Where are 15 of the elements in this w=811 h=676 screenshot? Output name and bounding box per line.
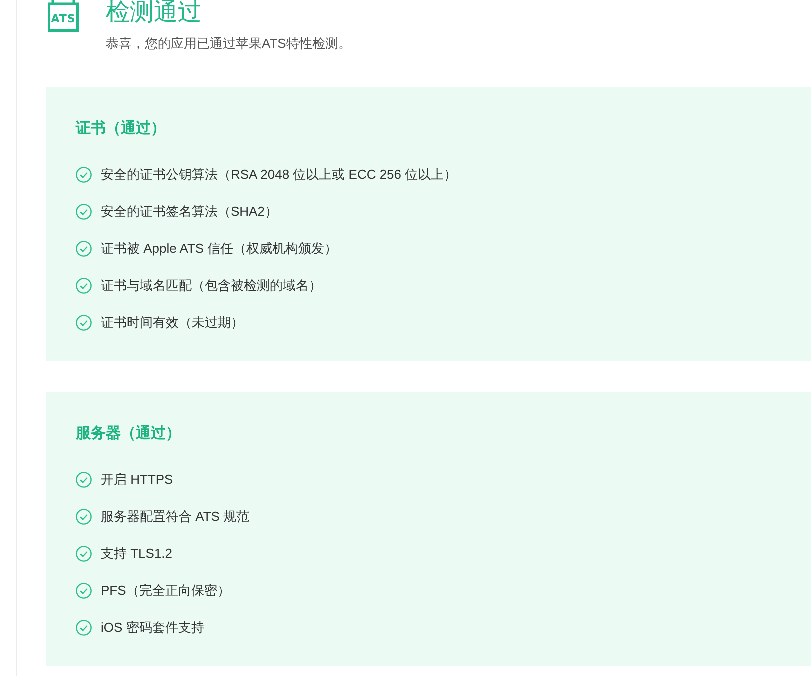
check-item-label: 安全的证书签名算法（SHA2）: [101, 203, 278, 221]
section-title: 证书（通过）: [76, 119, 167, 139]
check-item-label: 证书被 Apple ATS 信任（权威机构颁发）: [101, 240, 338, 258]
lock-logo: ATS: [48, 0, 79, 32]
check-item-label: 服务器配置符合 ATS 规范: [101, 508, 250, 526]
check-item-label: 证书时间有效（未过期）: [101, 314, 244, 332]
section-title: 服务器（通过）: [76, 424, 182, 444]
check-item-label: 安全的证书公钥算法（RSA 2048 位以上或 ECC 256 位以上）: [101, 166, 458, 184]
check-item-label: iOS 密码套件支持: [101, 619, 204, 637]
check-item-label: 证书与域名匹配（包含被检测的域名）: [101, 277, 322, 295]
page-title: 检测通过: [106, 0, 203, 26]
check-item-label: 支持 TLS1.2: [101, 545, 173, 563]
check-item-label: 开启 HTTPS: [101, 471, 174, 489]
check-item-label: PFS（完全正向保密）: [101, 582, 230, 600]
success-message: 恭喜，您的应用已通过苹果ATS特性检测。: [106, 35, 352, 53]
